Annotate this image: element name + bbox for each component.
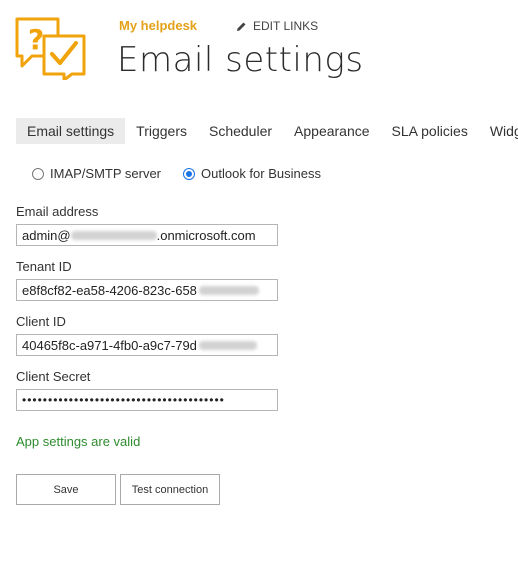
client-id-value: 40465f8c-a971-4fb0-a9c7-79d — [22, 337, 197, 353]
tab-sla-policies[interactable]: SLA policies — [381, 118, 479, 144]
tab-scheduler[interactable]: Scheduler — [198, 118, 283, 144]
imap-smtp-radio[interactable] — [32, 167, 44, 180]
page-title: Email settings — [117, 40, 364, 80]
imap-smtp-option[interactable]: IMAP/SMTP server — [32, 166, 161, 181]
redacted-email-part — [70, 230, 157, 240]
tenant-id-label: Tenant ID — [16, 259, 72, 274]
redacted-client-part — [198, 340, 257, 350]
svg-text:?: ? — [28, 23, 44, 56]
client-secret-field[interactable]: ••••••••••••••••••••••••••••••••••••••• — [16, 389, 278, 411]
email-label: Email address — [16, 204, 99, 219]
save-button[interactable]: Save — [16, 474, 116, 505]
tenant-id-field[interactable]: e8f8cf82-ea58-4206-823c-658 — [16, 279, 278, 301]
test-connection-button[interactable]: Test connection — [120, 474, 220, 505]
edit-links-button[interactable]: EDIT LINKS — [236, 19, 318, 33]
validation-status: App settings are valid — [16, 434, 141, 449]
tab-widget[interactable]: Widg — [479, 118, 518, 144]
edit-links-label: EDIT LINKS — [253, 19, 319, 33]
tab-appearance[interactable]: Appearance — [283, 118, 381, 144]
email-value-prefix: admin@ — [22, 227, 71, 243]
helpdesk-logo: ? — [14, 16, 86, 82]
email-field[interactable]: admin@ .onmicrosoft.com — [16, 224, 278, 246]
client-id-field[interactable]: 40465f8c-a971-4fb0-a9c7-79d — [16, 334, 278, 356]
server-type-radio-group: IMAP/SMTP server Outlook for Business — [32, 166, 343, 181]
pencil-icon — [237, 22, 246, 31]
tenant-id-value: e8f8cf82-ea58-4206-823c-658 — [22, 282, 197, 298]
outlook-business-radio[interactable] — [183, 167, 196, 180]
imap-smtp-label: IMAP/SMTP server — [50, 166, 162, 181]
client-secret-label: Client Secret — [16, 369, 91, 384]
tab-triggers[interactable]: Triggers — [125, 118, 198, 144]
email-value-suffix: .onmicrosoft.com — [156, 227, 256, 243]
outlook-business-option[interactable]: Outlook for Business — [183, 166, 321, 181]
client-id-label: Client ID — [16, 314, 66, 329]
client-secret-value: ••••••••••••••••••••••••••••••••••••••• — [22, 393, 225, 407]
logo-icon: ? — [15, 17, 86, 82]
settings-tabs: Email settings Triggers Scheduler Appear… — [16, 118, 518, 144]
tab-email-settings[interactable]: Email settings — [16, 118, 126, 144]
site-title-link[interactable]: My helpdesk — [119, 18, 197, 33]
outlook-business-label: Outlook for Business — [201, 166, 321, 181]
redacted-tenant-part — [198, 285, 259, 295]
